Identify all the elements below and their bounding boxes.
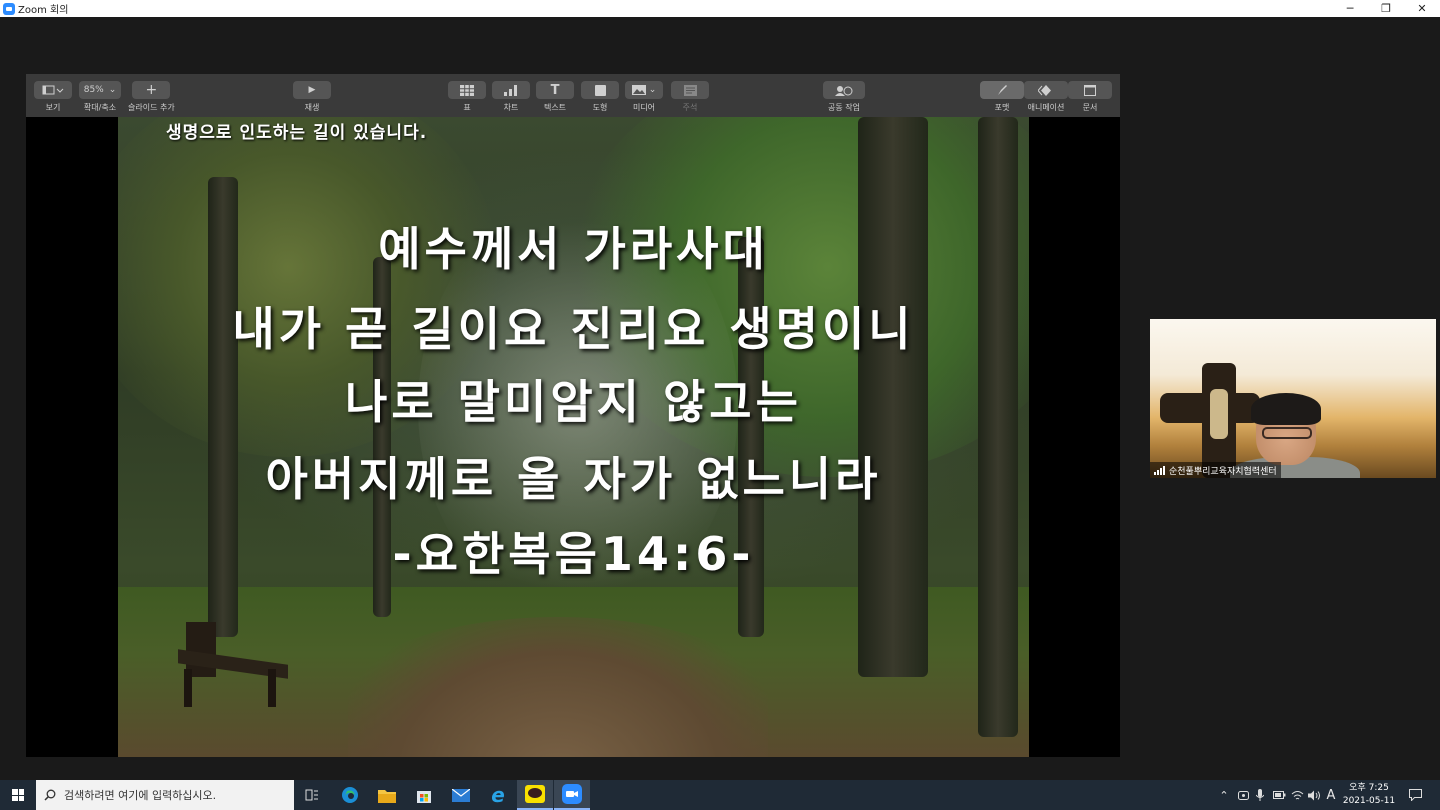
search-placeholder: 검색하려면 여기에 입력하십시오. (64, 789, 217, 802)
slide-top-text: 생명으로 인도하는 길이 있습니다. (166, 123, 428, 143)
view-icon[interactable] (34, 81, 72, 99)
clock-time: 오후 7:25 (1349, 783, 1389, 793)
file-explorer-icon[interactable] (369, 780, 405, 810)
cross-figure (1210, 389, 1228, 439)
comment-icon[interactable] (671, 81, 709, 99)
clock[interactable]: 오후 7:25 2021-05-11 (1338, 782, 1400, 808)
text-label: 텍스트 (543, 103, 567, 112)
chart-icon[interactable] (492, 81, 530, 99)
comment-tool[interactable]: 주석 (671, 81, 709, 113)
chevron-down-icon: ⌄ (108, 85, 117, 95)
chart-tool[interactable]: 차트 (492, 81, 530, 113)
zoom-tool[interactable]: 85% ⌄ 확대/축소 (79, 81, 121, 113)
edge-icon[interactable] (332, 780, 368, 810)
view-label: 보기 (45, 103, 61, 112)
shape-tool[interactable]: 도형 (581, 81, 619, 113)
mail-icon[interactable] (443, 780, 479, 810)
shared-screen: 보기 85% ⌄ 확대/축소 + 슬라이드 추가 ▶ 재생 표 차트 T 텍스트… (26, 74, 1120, 757)
window-titlebar: Zoom 회의 ─ ❐ ✕ (0, 0, 1440, 17)
media-tool[interactable]: ⌄ 미디어 (625, 81, 663, 113)
participant-name: 순천풀뿌리교육자치협력센터 (1169, 466, 1277, 477)
text-icon[interactable]: T (536, 81, 574, 99)
battery-icon[interactable] (1270, 780, 1288, 810)
zoom-label: 확대/축소 (83, 103, 117, 112)
verse-line-2: 내가 곧 길이요 진리요 생명이니 (232, 302, 915, 356)
meeting-area: 보기 85% ⌄ 확대/축소 + 슬라이드 추가 ▶ 재생 표 차트 T 텍스트… (0, 17, 1440, 780)
clock-date: 2021-05-11 (1342, 796, 1396, 806)
start-button[interactable] (0, 780, 36, 810)
view-tool[interactable]: 보기 (34, 81, 72, 113)
animate-label: 애니메이션 (1027, 103, 1065, 112)
chevron-down-icon: ⌄ (648, 85, 657, 95)
search-icon (44, 789, 56, 801)
volume-icon[interactable] (1306, 780, 1322, 810)
table-label: 표 (463, 103, 471, 112)
verse-line-1: 예수께서 가라사대 (378, 222, 769, 276)
verse-reference: -요한복음14:6- (392, 527, 755, 581)
chart-label: 차트 (503, 103, 519, 112)
plus-icon[interactable]: + (132, 81, 171, 99)
person-hair (1251, 393, 1321, 425)
play-tool[interactable]: ▶ 재생 (293, 81, 331, 113)
meet-now-icon[interactable] (1234, 780, 1252, 810)
collaborate-label: 공동 작업 (828, 103, 860, 112)
format-tool[interactable]: 포맷 (980, 81, 1024, 113)
document-tool[interactable]: 문서 (1068, 81, 1112, 113)
animate-icon[interactable] (1024, 81, 1068, 99)
window-title: Zoom 회의 (18, 5, 69, 16)
comment-label: 주석 (682, 103, 698, 112)
close-button[interactable]: ✕ (1404, 0, 1440, 17)
verse-line-3: 나로 말미암지 않고는 (345, 375, 802, 429)
glasses (1262, 427, 1312, 439)
task-view-icon[interactable] (294, 780, 330, 810)
participant-video[interactable]: 순천풀뿌리교육자치협력센터 (1150, 319, 1436, 478)
collaborate-tool[interactable]: 공동 작업 (823, 81, 865, 113)
zoom-select[interactable]: 85% ⌄ (79, 81, 121, 99)
notification-icon[interactable] (1404, 780, 1426, 810)
taskbar-search[interactable]: 검색하려면 여기에 입력하십시오. (36, 780, 294, 810)
zoom-app-icon[interactable] (554, 780, 590, 810)
store-icon[interactable] (406, 780, 442, 810)
animate-tool[interactable]: 애니메이션 (1024, 81, 1068, 113)
internet-explorer-icon[interactable]: e (480, 780, 516, 810)
presentation-slide: 생명으로 인도하는 길이 있습니다. 예수께서 가라사대 내가 곧 길이요 진리… (118, 117, 1029, 757)
minimize-button[interactable]: ─ (1332, 0, 1368, 17)
text-tool[interactable]: T 텍스트 (536, 81, 574, 113)
table-icon[interactable] (448, 81, 486, 99)
shape-label: 도형 (592, 103, 608, 112)
format-label: 포맷 (994, 103, 1010, 112)
collaborate-icon[interactable] (823, 81, 865, 99)
verse-line-4: 아버지께로 올 자가 없느니라 (265, 452, 882, 506)
add-slide-label: 슬라이드 추가 (128, 103, 175, 112)
chevron-up-icon[interactable]: ⌃ (1214, 780, 1234, 810)
play-label: 재생 (304, 103, 320, 112)
media-label: 미디어 (632, 103, 656, 112)
kakaotalk-icon[interactable] (517, 780, 553, 810)
media-icon[interactable]: ⌄ (625, 81, 663, 99)
keynote-toolbar: 보기 85% ⌄ 확대/축소 + 슬라이드 추가 ▶ 재생 표 차트 T 텍스트… (26, 74, 1120, 117)
table-tool[interactable]: 표 (448, 81, 486, 113)
microphone-icon[interactable] (1252, 780, 1268, 810)
paintbrush-icon[interactable] (980, 81, 1024, 99)
signal-strength-icon (1154, 465, 1165, 475)
play-icon[interactable]: ▶ (293, 81, 331, 99)
participant-namebar: 순천풀뿌리교육자치협력센터 (1150, 462, 1281, 478)
windows-logo-icon (12, 789, 24, 801)
zoom-value: 85% (83, 85, 104, 95)
zoom-logo-icon (3, 2, 15, 15)
document-label: 문서 (1082, 103, 1098, 112)
windows-taskbar: 검색하려면 여기에 입력하십시오. e ⌃ A 오후 7:25 2021-05-… (0, 780, 1440, 810)
network-icon[interactable] (1288, 780, 1306, 810)
restore-button[interactable]: ❐ (1368, 0, 1404, 17)
document-icon[interactable] (1068, 81, 1112, 99)
add-slide-tool[interactable]: + 슬라이드 추가 (128, 81, 175, 113)
shape-icon[interactable] (581, 81, 619, 99)
park-bench (178, 617, 288, 707)
